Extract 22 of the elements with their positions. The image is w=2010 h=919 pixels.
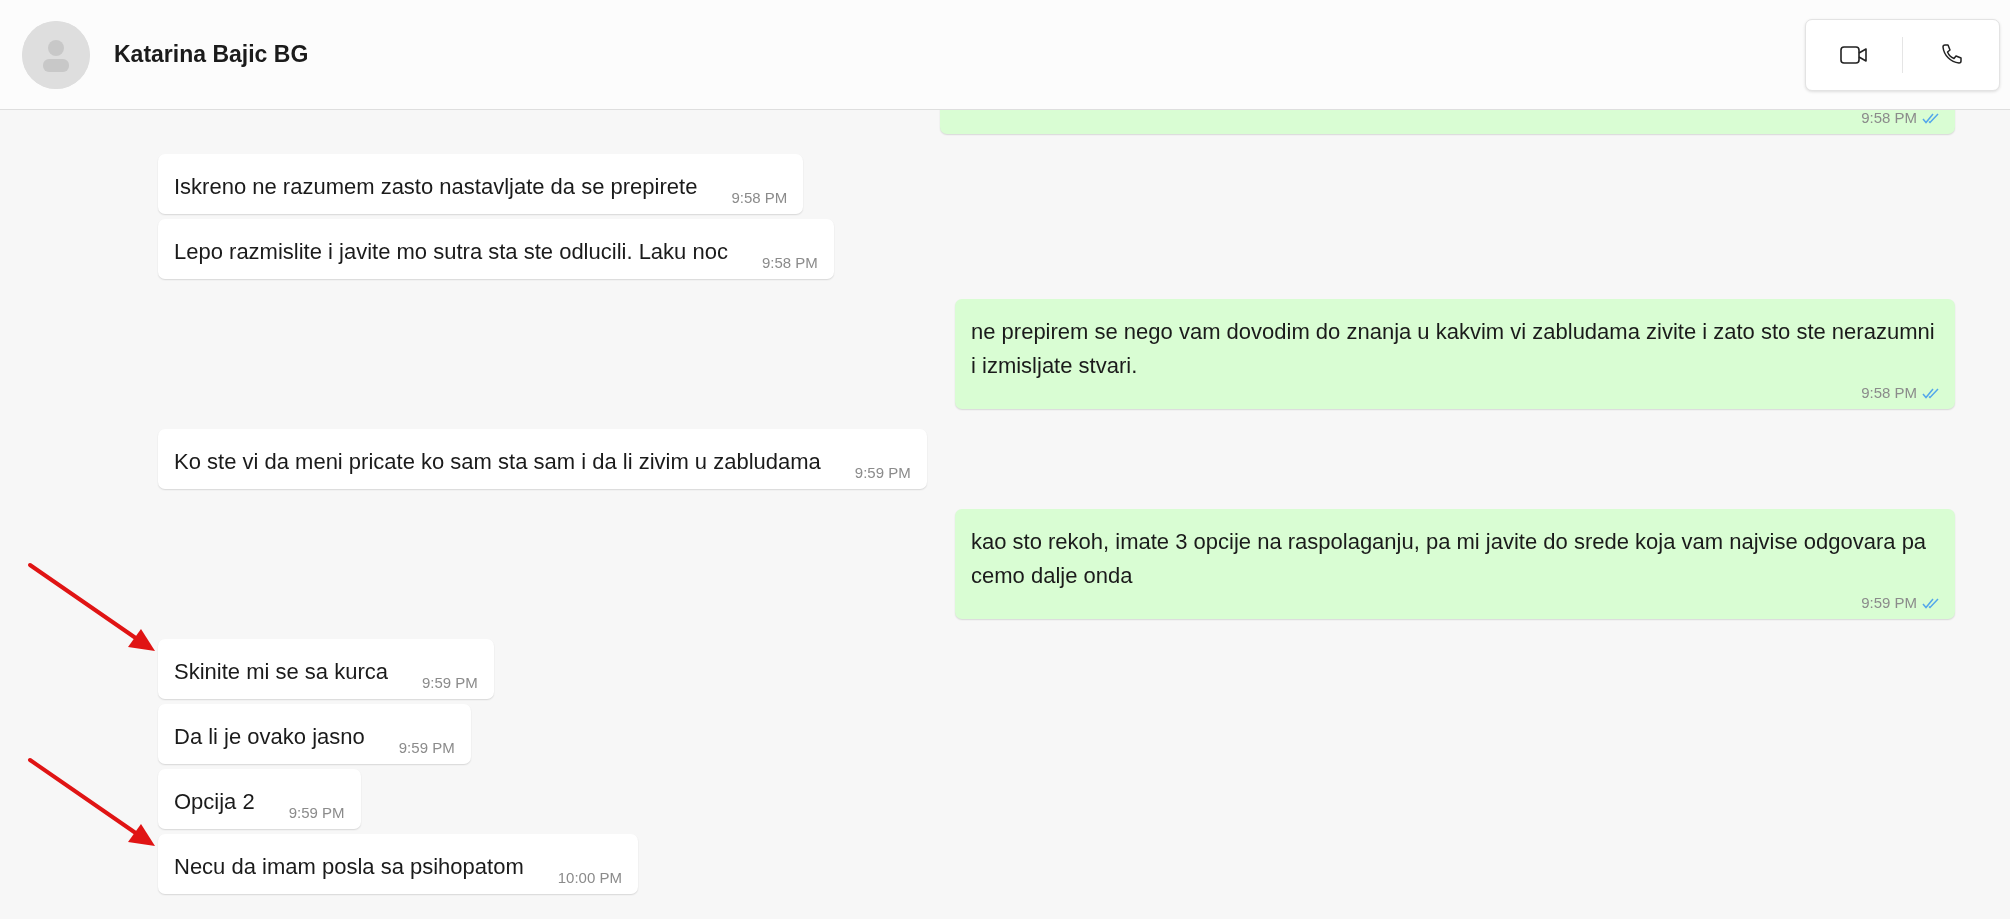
message-text: kao sto rekoh, imate 3 opcije na raspolaganju, pa mi javite do srede koja vam najvise odgovara pa cemo dalje onda: [971, 528, 1928, 590]
timestamp: 9:58 PM: [761, 253, 818, 273]
video-camera-icon: [1840, 44, 1868, 65]
message-text: ne prepirem se nego vam dovodim do znanja u kakvim vi zabludama zivite i zato sto ste nerazumni i izmisljate stvari.: [971, 318, 1936, 380]
message-text: Da li je ovako jasno: [174, 723, 365, 751]
message-text: Necu da imam posla sa psihopatom: [174, 853, 524, 881]
timestamp: 9:59 PM: [1861, 593, 1917, 613]
timestamp: 10:00 PM: [557, 868, 622, 888]
timestamp: 9:59 PM: [421, 673, 478, 693]
contact-name: Katarina Bajic BG: [114, 41, 310, 68]
message-text: Opcija 2: [174, 788, 255, 816]
timestamp: 9:59 PM: [854, 463, 911, 483]
message-text: Iskreno ne razumem zasto nastavljate da se prepirete: [174, 173, 698, 201]
phone-icon: [1939, 42, 1963, 67]
timestamp: 9:58 PM: [1861, 383, 1917, 403]
message-text: Skinite mi se sa kurca: [174, 658, 388, 686]
timestamp: 9:59 PM: [398, 738, 455, 758]
message-text: Ko ste vi da meni pricate ko sam sta sam i da li zivim u zabludama: [174, 448, 821, 476]
timestamp: 9:58 PM: [1861, 110, 1917, 128]
timestamp: 9:59 PM: [288, 803, 345, 823]
message-text: Lepo razmislite i javite mo sutra sta ste odlucili. Laku noc: [174, 238, 728, 266]
timestamp: 9:58 PM: [731, 188, 788, 208]
